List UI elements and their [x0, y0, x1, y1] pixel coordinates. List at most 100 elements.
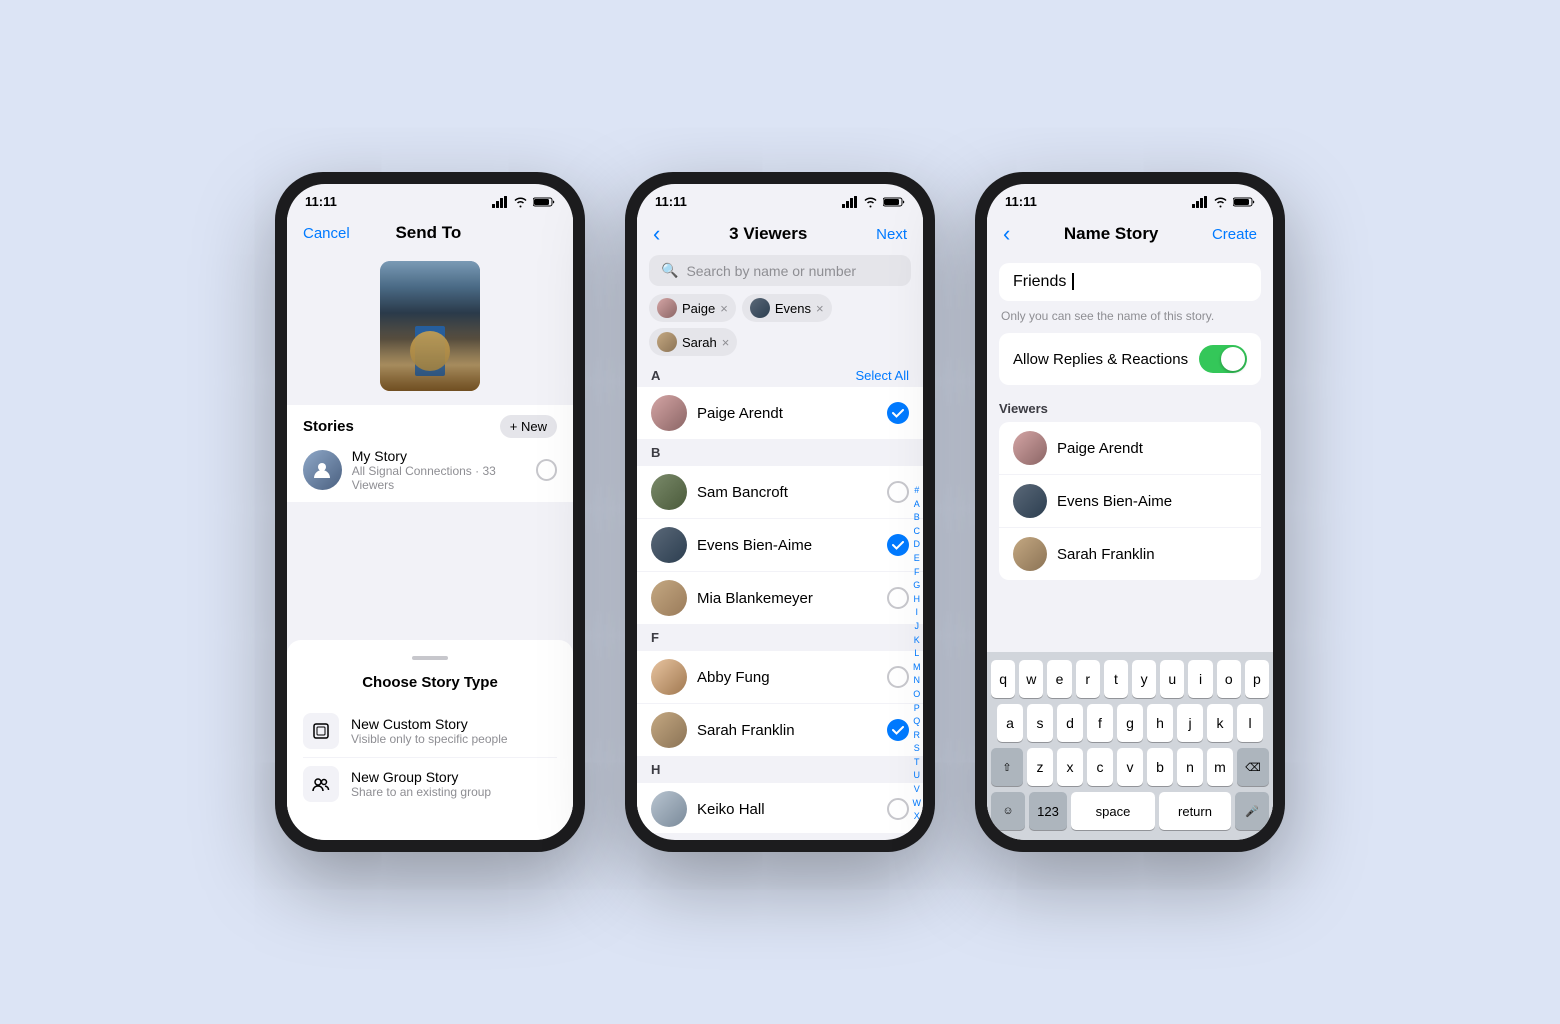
alpha-e[interactable]: E [913, 552, 922, 565]
check-paige-arendt[interactable] [887, 402, 909, 424]
contact-evens-bien-aime[interactable]: Evens Bien-Aime [637, 519, 923, 572]
check-sarah-franklin[interactable] [887, 719, 909, 741]
check-evens-bien-aime[interactable] [887, 534, 909, 556]
key-x[interactable]: x [1057, 748, 1083, 786]
option-custom-story[interactable]: New Custom Story Visible only to specifi… [303, 705, 557, 758]
my-story-avatar [303, 450, 342, 490]
check-abby-fung[interactable] [887, 666, 909, 688]
key-mic[interactable]: 🎤 [1235, 792, 1269, 830]
key-return[interactable]: return [1159, 792, 1231, 830]
key-a[interactable]: a [997, 704, 1023, 742]
key-s[interactable]: s [1027, 704, 1053, 742]
key-backspace[interactable]: ⌫ [1237, 748, 1269, 786]
chip-remove-evens[interactable]: × [816, 301, 824, 316]
key-r[interactable]: r [1076, 660, 1100, 698]
back-button-3[interactable]: ‹ [1003, 223, 1010, 245]
key-m[interactable]: m [1207, 748, 1233, 786]
alpha-v[interactable]: V [913, 783, 922, 796]
alpha-m[interactable]: M [913, 661, 922, 674]
alpha-p[interactable]: P [913, 702, 922, 715]
key-123[interactable]: 123 [1029, 792, 1067, 830]
key-j[interactable]: j [1177, 704, 1203, 742]
key-space[interactable]: space [1071, 792, 1155, 830]
alpha-k[interactable]: K [913, 634, 922, 647]
next-button[interactable]: Next [876, 226, 907, 243]
my-story-radio[interactable] [536, 459, 557, 481]
alpha-g[interactable]: G [913, 579, 922, 592]
key-u[interactable]: u [1160, 660, 1184, 698]
check-sam-bancroft[interactable] [887, 481, 909, 503]
contact-paige-arendt[interactable]: Paige Arendt [637, 387, 923, 440]
check-mia-blankemeyer[interactable] [887, 587, 909, 609]
key-b[interactable]: b [1147, 748, 1173, 786]
alpha-w[interactable]: W [913, 797, 922, 810]
key-d[interactable]: d [1057, 704, 1083, 742]
key-e[interactable]: e [1047, 660, 1071, 698]
alpha-b[interactable]: B [913, 511, 922, 524]
alpha-i[interactable]: I [913, 606, 922, 619]
search-bar[interactable]: 🔍 Search by name or number [649, 255, 911, 286]
alpha-u[interactable]: U [913, 769, 922, 782]
search-icon-2: 🔍 [661, 262, 678, 279]
my-story-row[interactable]: My Story All Signal Connections · 33 Vie… [303, 448, 557, 492]
allow-replies-toggle[interactable] [1199, 345, 1247, 373]
select-all-button[interactable]: Select All [856, 368, 909, 383]
key-shift[interactable]: ⇧ [991, 748, 1023, 786]
chip-evens[interactable]: Evens × [742, 294, 832, 322]
key-h[interactable]: h [1147, 704, 1173, 742]
alpha-c[interactable]: C [913, 525, 922, 538]
alpha-h[interactable]: H [913, 593, 922, 606]
key-k[interactable]: k [1207, 704, 1233, 742]
key-g[interactable]: g [1117, 704, 1143, 742]
alpha-q[interactable]: Q [913, 715, 922, 728]
create-button[interactable]: Create [1212, 226, 1257, 243]
alpha-n[interactable]: N [913, 674, 922, 687]
key-i[interactable]: i [1188, 660, 1212, 698]
alpha-y[interactable]: Y [913, 824, 922, 833]
alpha-a[interactable]: A [913, 498, 922, 511]
key-w[interactable]: w [1019, 660, 1043, 698]
screen-2: ‹ 3 Viewers Next 🔍 Search by name or num… [637, 215, 923, 833]
contact-mia-blankemeyer[interactable]: Mia Blankemeyer [637, 572, 923, 625]
cancel-button[interactable]: Cancel [303, 225, 350, 242]
allow-replies-row[interactable]: Allow Replies & Reactions [999, 333, 1261, 385]
key-v[interactable]: v [1117, 748, 1143, 786]
check-keiko-hall[interactable] [887, 798, 909, 820]
alpha-r[interactable]: R [913, 729, 922, 742]
chip-sarah[interactable]: Sarah × [649, 328, 737, 356]
key-f[interactable]: f [1087, 704, 1113, 742]
key-o[interactable]: o [1217, 660, 1241, 698]
alpha-f[interactable]: F [913, 566, 922, 579]
wifi-icon [513, 196, 528, 208]
name-input-field[interactable]: Friends [1013, 273, 1074, 290]
back-button-2[interactable]: ‹ [653, 223, 660, 245]
alpha-l[interactable]: L [913, 647, 922, 660]
key-p[interactable]: p [1245, 660, 1269, 698]
key-t[interactable]: t [1104, 660, 1128, 698]
alpha-t[interactable]: T [913, 756, 922, 769]
key-emoji[interactable]: ☺ [991, 792, 1025, 830]
name-input-area[interactable]: Friends [999, 263, 1261, 301]
alpha-hash[interactable]: # [913, 484, 922, 497]
alpha-o[interactable]: O [913, 688, 922, 701]
alpha-x[interactable]: X [913, 810, 922, 823]
chip-paige[interactable]: Paige × [649, 294, 736, 322]
keyboard: q w e r t y u i o p a s d f g [987, 652, 1273, 833]
chip-remove-paige[interactable]: × [720, 301, 728, 316]
key-c[interactable]: c [1087, 748, 1113, 786]
key-y[interactable]: y [1132, 660, 1156, 698]
key-z[interactable]: z [1027, 748, 1053, 786]
contact-keiko-hall[interactable]: Keiko Hall [637, 783, 923, 833]
key-n[interactable]: n [1177, 748, 1203, 786]
chip-remove-sarah[interactable]: × [722, 335, 730, 350]
contact-sam-bancroft[interactable]: Sam Bancroft [637, 466, 923, 519]
new-story-button[interactable]: + New [500, 415, 557, 438]
key-l[interactable]: l [1237, 704, 1263, 742]
alpha-j[interactable]: J [913, 620, 922, 633]
contact-abby-fung[interactable]: Abby Fung [637, 651, 923, 704]
option-group-story[interactable]: New Group Story Share to an existing gro… [303, 758, 557, 810]
key-q[interactable]: q [991, 660, 1015, 698]
alpha-s[interactable]: S [913, 742, 922, 755]
contact-sarah-franklin[interactable]: Sarah Franklin [637, 704, 923, 757]
alpha-d[interactable]: D [913, 538, 922, 551]
